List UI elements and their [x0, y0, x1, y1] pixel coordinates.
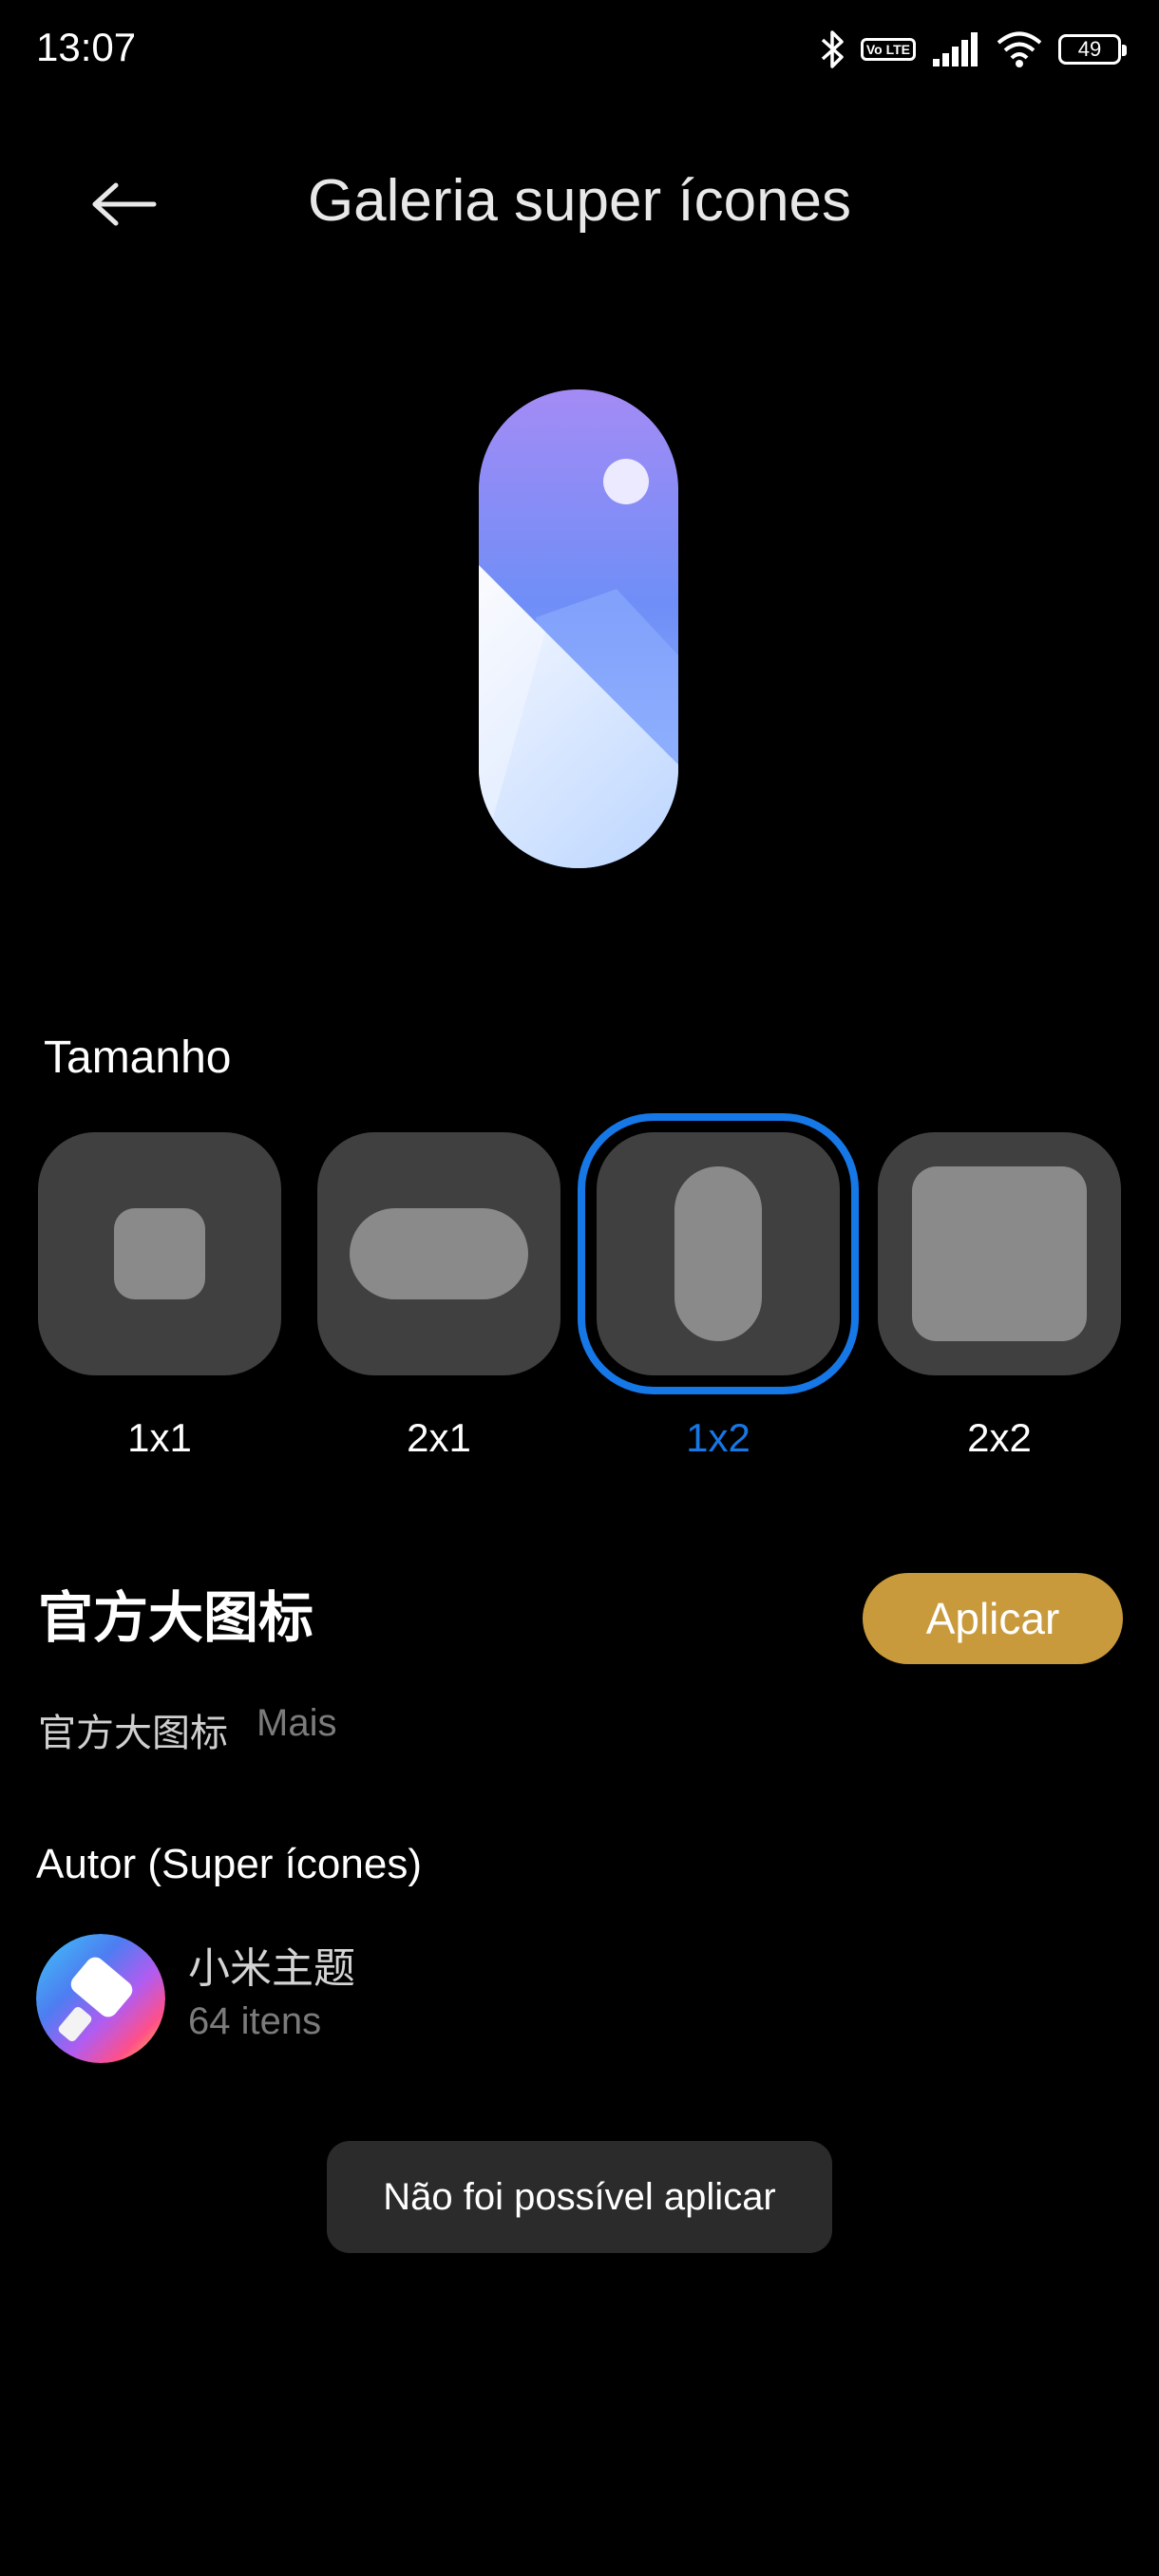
- author-name[interactable]: 小米主题: [188, 1934, 355, 1995]
- toast-message: Não foi possível aplicar: [327, 2141, 832, 2253]
- battery-level: 49: [1077, 37, 1102, 61]
- size-preview-1x1: [114, 1208, 205, 1299]
- status-time: 13:07: [36, 25, 137, 69]
- author-item-count: 64 itens: [188, 2000, 322, 2042]
- bluetooth-icon: [821, 30, 844, 68]
- size-caption-2x2: 2x2: [967, 1415, 1032, 1460]
- size-preview-2x1: [350, 1208, 528, 1299]
- size-option-1x2[interactable]: [597, 1132, 840, 1375]
- size-option-1x1[interactable]: [38, 1132, 281, 1375]
- more-link[interactable]: Mais: [256, 1702, 336, 1745]
- page-title: Galeria super ícones: [307, 168, 852, 234]
- author-avatar[interactable]: [36, 1934, 165, 2063]
- volte-icon: Vo LTE: [860, 38, 916, 61]
- size-option-2x1[interactable]: [317, 1132, 560, 1375]
- wifi-icon: [997, 31, 1042, 67]
- size-preview-2x2: [912, 1166, 1087, 1341]
- apply-button[interactable]: Aplicar: [863, 1573, 1123, 1664]
- size-option-2x2[interactable]: [878, 1132, 1121, 1375]
- size-preview-1x2: [674, 1166, 762, 1341]
- size-caption-1x1: 1x1: [127, 1415, 192, 1460]
- status-icons: Vo LTE 49: [819, 25, 1127, 74]
- size-caption-2x1: 2x1: [407, 1415, 471, 1460]
- theme-subtitle: 官方大图标: [38, 1713, 228, 1754]
- size-label: Tamanho: [44, 1032, 232, 1083]
- theme-title: 官方大图标: [38, 1587, 314, 1649]
- battery-icon: 49: [1058, 34, 1127, 65]
- gallery-icon-preview: [479, 389, 678, 868]
- signal-icon: [933, 32, 978, 66]
- author-label: Autor (Super ícones): [36, 1841, 422, 1887]
- size-caption-1x2: 1x2: [686, 1415, 750, 1460]
